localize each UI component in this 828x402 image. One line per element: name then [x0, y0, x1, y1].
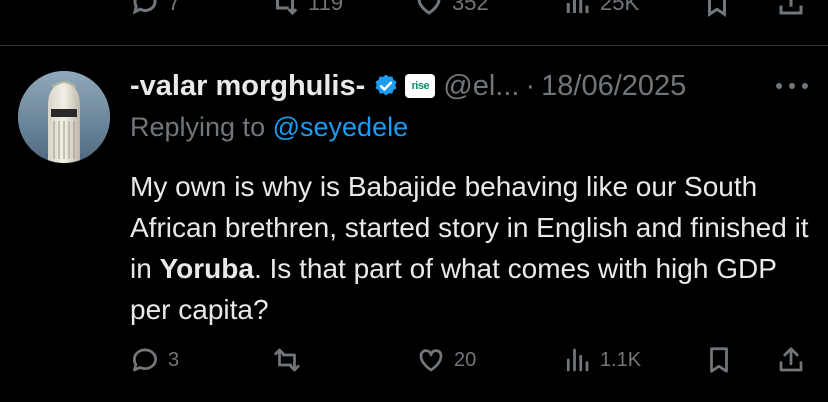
tweet-screenshot: 7 119 352 25K -valar morghulis- rise @el…	[0, 0, 828, 402]
affiliate-badge-text: rise	[411, 80, 430, 92]
previous-share-button[interactable]	[776, 0, 806, 18]
previous-reply-button[interactable]: 7	[130, 0, 180, 18]
previous-like-count: 352	[452, 0, 489, 15]
replying-to-mention[interactable]: @seyedele	[273, 112, 409, 142]
reply-icon	[132, 348, 157, 372]
bookmark-icon	[710, 347, 728, 373]
heart-icon	[419, 349, 443, 372]
tweet-actions: 3 20 1.1K	[0, 338, 828, 382]
tweet-text-bold: Yoruba	[159, 253, 254, 284]
bookmark-button[interactable]	[704, 338, 734, 382]
views-icon	[566, 0, 589, 13]
affiliate-badge[interactable]: rise	[405, 74, 436, 98]
views-icon	[566, 348, 589, 372]
previous-repost-button[interactable]: 119	[270, 0, 343, 18]
previous-tweet-actions: 7 119 352 25K	[0, 0, 828, 18]
reply-count: 3	[168, 348, 180, 371]
replying-to-line: Replying to @seyedele	[130, 112, 408, 143]
reply-button[interactable]: 3	[130, 338, 179, 382]
display-name[interactable]: -valar morghulis-	[130, 70, 365, 103]
tweet-date[interactable]: 18/06/2025	[541, 70, 686, 103]
like-button[interactable]: 20	[416, 338, 476, 382]
separator-dot: ·	[525, 69, 536, 102]
more-options-button[interactable]	[776, 72, 808, 100]
like-count: 20	[454, 348, 477, 371]
repost-button[interactable]	[272, 338, 310, 382]
views-count: 1.1K	[600, 348, 642, 371]
reply-icon	[132, 0, 157, 15]
previous-views-button[interactable]: 25K	[562, 0, 639, 18]
tweet-body: My own is why is Babajide behaving like …	[130, 166, 810, 330]
previous-reply-count: 7	[168, 0, 181, 15]
views-button[interactable]: 1.1K	[562, 338, 641, 382]
verified-badge-icon	[375, 74, 397, 96]
replying-to-label: Replying to	[130, 112, 266, 142]
more-dot-icon	[789, 83, 795, 89]
tweet-divider	[0, 45, 828, 46]
repost-icon	[274, 348, 300, 372]
heart-icon	[417, 0, 441, 15]
share-icon	[779, 0, 803, 15]
previous-views-count: 25K	[600, 0, 640, 15]
more-dot-icon	[802, 83, 808, 89]
previous-bookmark-button[interactable]	[702, 0, 732, 18]
repost-icon	[276, 0, 298, 16]
avatar[interactable]	[18, 71, 110, 163]
previous-repost-count: 119	[308, 0, 344, 15]
user-handle[interactable]: @el...	[443, 70, 519, 103]
share-button[interactable]	[776, 338, 806, 382]
more-dot-icon	[776, 83, 782, 89]
previous-like-button[interactable]: 352	[414, 0, 489, 18]
tweet-header: -valar morghulis- rise @el... · 18/06/20…	[130, 66, 686, 106]
bookmark-icon	[708, 0, 726, 18]
share-icon	[779, 347, 803, 372]
avatar-image	[18, 71, 110, 163]
